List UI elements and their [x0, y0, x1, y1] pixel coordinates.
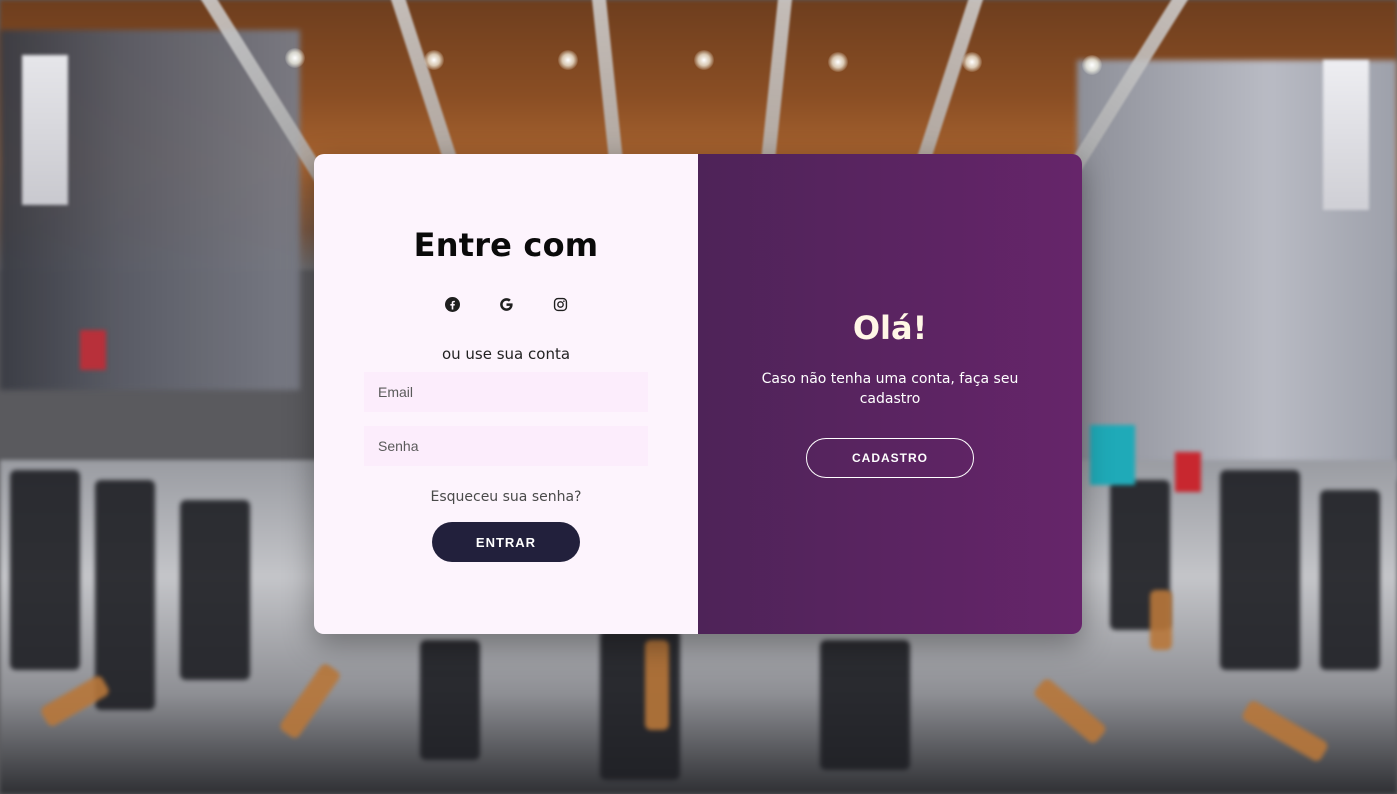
login-title: Entre com: [413, 226, 599, 264]
email-field[interactable]: [364, 372, 648, 412]
login-subtitle: ou use sua conta: [441, 345, 571, 363]
signup-panel: Olá! Caso não tenha uma conta, faça seu …: [698, 154, 1082, 634]
background-machine: [180, 500, 250, 680]
facebook-icon[interactable]: [442, 294, 462, 314]
background-left-window: [22, 55, 68, 205]
background-red-object: [1175, 452, 1201, 492]
background-bench: [645, 640, 669, 730]
google-icon[interactable]: [496, 294, 516, 314]
background-light: [285, 48, 305, 68]
background-light: [1082, 55, 1102, 75]
background-machine: [820, 640, 910, 770]
login-panel: Entre com ou use sua conta Email Esquece…: [314, 154, 698, 634]
social-login-row: [314, 294, 698, 314]
background-machine: [1320, 490, 1380, 670]
background-machine: [10, 470, 80, 670]
signup-button[interactable]: CADASTRO: [806, 438, 974, 478]
signup-text: Caso não tenha uma conta, faça seu cadas…: [761, 371, 1019, 407]
background-machine: [95, 480, 155, 710]
password-field[interactable]: [364, 426, 648, 466]
forgot-password-link[interactable]: Esqueceu sua senha?: [314, 489, 698, 505]
background-teal-object: [1090, 425, 1135, 485]
background-bench: [1150, 590, 1172, 650]
background-machine: [420, 640, 480, 760]
login-button[interactable]: ENTRAR: [432, 522, 580, 562]
background-light: [424, 50, 444, 70]
instagram-icon[interactable]: [550, 294, 570, 314]
background-right-window: [1323, 60, 1369, 210]
background-light: [558, 50, 578, 70]
background-fire-box: [80, 330, 106, 370]
background-machine: [1220, 470, 1300, 670]
background-light: [962, 52, 982, 72]
signup-title: Olá!: [852, 309, 928, 347]
background-light: [828, 52, 848, 72]
login-card: Entre com ou use sua conta Email Esquece…: [314, 154, 1082, 634]
background-light: [694, 50, 714, 70]
